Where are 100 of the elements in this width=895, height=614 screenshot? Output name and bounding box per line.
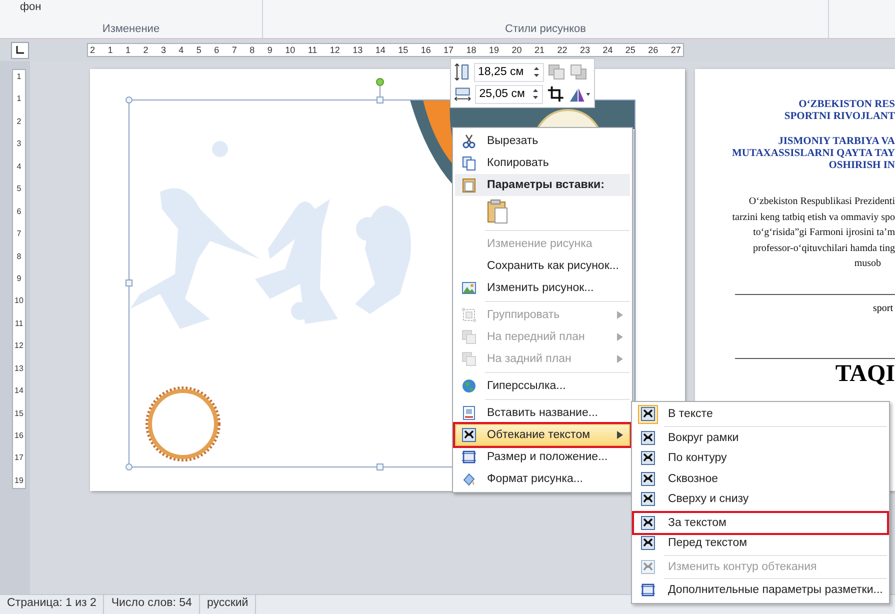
spinner-icon[interactable] (532, 87, 539, 101)
menu-item[interactable]: Обтекание текстом (455, 424, 630, 446)
ruler-number: 3 (16, 140, 22, 148)
menu-item[interactable]: Копировать (455, 152, 630, 174)
ruler-number: 17 (444, 46, 454, 54)
ruler-number: 12 (330, 46, 340, 54)
ruler-number: 1 (16, 95, 22, 104)
ruler-number: 16 (420, 46, 431, 54)
status-bar-item[interactable]: Страница: 1 из 2 (0, 595, 104, 614)
caption-icon (461, 405, 477, 421)
caption-text: sport (873, 302, 894, 314)
ruler-number: 1 (16, 73, 22, 81)
ruler-number: 9 (16, 274, 22, 283)
ruler-number: 12 (14, 342, 24, 350)
ruler-number: 7 (16, 230, 22, 238)
ruler-number: 27 (670, 46, 681, 54)
resize-handle[interactable] (376, 464, 384, 470)
ruler-number: 25 (625, 46, 636, 54)
ruler-number: 19 (489, 46, 500, 54)
status-bar-item[interactable]: Число слов: 54 (104, 595, 200, 614)
body-text-line: O‘zbekiston Respublikasi Prezidenti (748, 195, 895, 209)
menu-item[interactable]: Формат рисунка... (455, 468, 630, 490)
ruler-number: 14 (375, 46, 386, 54)
globe-icon (461, 378, 477, 394)
submenu-arrow-icon (617, 355, 623, 363)
text-wrap-icon (640, 470, 656, 487)
ruler-number: 13 (14, 364, 24, 373)
group-icon (461, 307, 477, 323)
width-icon (454, 86, 472, 102)
ruler-number: 11 (308, 46, 318, 54)
clipboard-icon (461, 177, 477, 193)
size-icon (640, 582, 656, 598)
resize-handle[interactable] (126, 280, 132, 286)
ruler-number: 10 (14, 297, 24, 306)
menu-item[interactable]: Изменить рисунок... (455, 277, 630, 299)
ruler-number: 24 (602, 46, 613, 54)
format-icon (461, 471, 477, 487)
ribbon-group-label: Стили рисунков (505, 23, 586, 35)
ruler-number: 8 (250, 46, 255, 54)
status-bar-item[interactable]: русский (200, 595, 256, 614)
heading-line: SPORTNI RIVOJLANT (784, 111, 895, 123)
horizontal-ruler[interactable]: 2 1 1 2 3 4 5 6 7 8 9 10 11 12 13 14 15 16 17 18 19 20 21 22 23 24 25 26 27 (87, 43, 684, 57)
menu-item[interactable]: В тексте (634, 404, 887, 424)
text-wrap-icon (640, 406, 656, 422)
ribbon-group-label: Изменение (102, 23, 160, 35)
send-backward-icon[interactable] (570, 64, 588, 80)
menu-item[interactable]: Сквозное (634, 468, 887, 489)
ribbon-label: фон (20, 1, 42, 13)
ruler-number: 15 (398, 46, 408, 54)
ruler-number: 3 (160, 46, 166, 54)
menu-item[interactable]: По контуру (634, 448, 887, 468)
rotate-handle[interactable] (376, 78, 384, 86)
spinner-icon[interactable] (533, 65, 540, 79)
clipboard-icon[interactable] (486, 199, 510, 225)
ruler-number: 1 (108, 46, 113, 54)
text-wrap-icon (640, 535, 656, 552)
ruler-number: 2 (90, 46, 96, 54)
ruler-number: 15 (14, 410, 24, 418)
menu-item[interactable]: Дополнительные параметры разметки... (634, 580, 887, 600)
ruler-number: 9 (267, 46, 272, 54)
body-text-line: musob (854, 257, 882, 271)
heading-line: MUTAXASSISLARNI QAYTA TAY (732, 148, 895, 160)
crop-icon[interactable] (546, 85, 564, 103)
menu-item[interactable]: Перед текстом (634, 533, 887, 554)
resize-handle[interactable] (126, 96, 132, 104)
menu-item[interactable]: Вставить название... (455, 402, 630, 424)
submenu-arrow-icon (617, 333, 623, 341)
resize-handle[interactable] (126, 464, 132, 470)
body-text-line: professor-o‘qituvchilari hamda ting (753, 242, 895, 256)
heading-line: O‘ZBEKISTON RES (798, 99, 895, 111)
ruler-number: 14 (14, 387, 24, 396)
ruler-number: 4 (16, 162, 22, 171)
layers-icon (461, 351, 477, 367)
heading-line: JISMONIY TARBIYA VA (778, 136, 895, 148)
bring-forward-icon[interactable] (548, 64, 566, 80)
copy-icon (461, 155, 477, 171)
menu-item[interactable]: Вокруг рамки (634, 428, 887, 448)
text-wrap-icon (461, 427, 477, 443)
menu-item[interactable]: Гиперссылка... (455, 375, 630, 397)
menu-item[interactable]: Вырезать (455, 130, 630, 152)
ruler-number: 7 (232, 46, 237, 54)
size-icon (461, 449, 477, 465)
ruler-number: 13 (352, 46, 363, 54)
ruler-number: 4 (178, 46, 184, 54)
resize-handle[interactable] (376, 96, 384, 104)
scissors-icon (461, 133, 477, 149)
tab-selector-button[interactable] (11, 42, 29, 58)
ruler-number: 16 (14, 432, 24, 440)
height-icon (454, 63, 470, 81)
ruler-number: 18 (466, 46, 476, 54)
menu-item[interactable]: Сохранить как рисунок... (455, 255, 630, 277)
height-field[interactable]: 18,25 см (474, 62, 544, 82)
menu-item[interactable]: За текстом (634, 512, 887, 533)
ruler-number: 21 (534, 46, 544, 54)
width-field[interactable]: 25,05 см (475, 84, 543, 104)
picture-icon (461, 280, 477, 296)
menu-item[interactable]: Сверху и снизу (634, 489, 887, 510)
vertical-ruler[interactable]: 1 1 2 3 4 5 6 7 8 9 10 11 12 13 14 15 16 17 19 (12, 69, 26, 489)
text-wrap-icon (640, 491, 656, 508)
menu-item[interactable]: Размер и положение... (455, 446, 630, 468)
